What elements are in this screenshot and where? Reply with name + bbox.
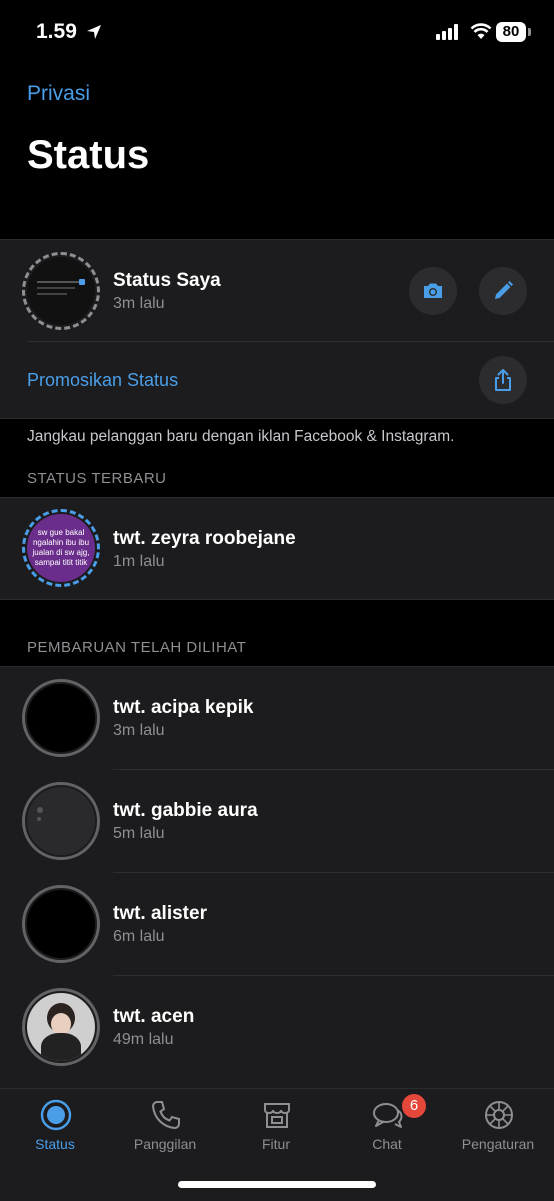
chat-icon [373, 1103, 403, 1128]
pencil-icon [495, 281, 513, 299]
store-icon [264, 1103, 290, 1128]
status-row[interactable]: twt. acen 49m lalu [0, 976, 554, 1078]
status-time: 49m lalu [113, 1031, 174, 1048]
status-contact-name: twt. zeyra roobejane [113, 528, 296, 549]
status-contact-name: twt. acen [113, 1006, 195, 1027]
phone-icon [151, 1101, 180, 1130]
status-time: 1m lalu [113, 553, 165, 570]
my-status-section: Status Saya 3m lalu [0, 239, 554, 419]
camera-icon [424, 283, 442, 298]
status-row[interactable]: twt. gabbie aura 5m lalu [0, 770, 554, 872]
status-icon [40, 1099, 72, 1131]
status-time: 5m lalu [113, 825, 165, 842]
wifi-icon [470, 23, 492, 39]
status-row[interactable]: twt. acipa kepik 3m lalu [0, 667, 554, 769]
status-avatar-viewed[interactable] [22, 679, 100, 757]
back-link-privasi[interactable]: Privasi [27, 82, 90, 106]
status-avatar-unviewed[interactable]: sw gue bakal ngalahin ibu ibu jualan di … [22, 509, 100, 587]
promote-status-link[interactable]: Promosikan Status [27, 370, 178, 391]
my-status-row[interactable]: Status Saya 3m lalu [0, 240, 554, 341]
status-contact-name: twt. acipa kepik [113, 697, 254, 718]
status-bar-time: 1.59 [36, 20, 77, 43]
battery-indicator: 80 [496, 22, 526, 42]
cellular-signal-icon [436, 24, 458, 40]
status-time: 6m lalu [113, 928, 165, 945]
status-row[interactable]: twt. alister 6m lalu [0, 873, 554, 975]
my-status-time: 3m lalu [113, 295, 165, 312]
page-title: Status [27, 133, 150, 177]
gear-icon [485, 1101, 513, 1129]
tab-label: Pengaturan [461, 1136, 535, 1152]
status-avatar-viewed[interactable] [22, 782, 100, 860]
share-icon [495, 369, 511, 391]
tab-label: Panggilan [133, 1136, 197, 1152]
status-row[interactable]: sw gue bakal ngalahin ibu ibu jualan di … [0, 498, 554, 599]
viewed-status-list: twt. acipa kepik 3m lalu twt. gabbie aur… [0, 666, 554, 1098]
share-button[interactable] [479, 356, 527, 404]
tab-label: Status [35, 1136, 75, 1152]
camera-button[interactable] [409, 267, 457, 315]
promo-caption: Jangkau pelanggan baru dengan iklan Face… [27, 428, 455, 445]
tab-label: Fitur [262, 1136, 290, 1152]
tab-label: Chat [372, 1136, 402, 1152]
edit-text-button[interactable] [479, 267, 527, 315]
status-contact-name: twt. alister [113, 903, 207, 924]
status-time: 3m lalu [113, 722, 165, 739]
section-header-recent: STATUS TERBARU [27, 470, 167, 487]
section-header-viewed: PEMBARUAN TELAH DILIHAT [27, 639, 247, 656]
location-arrow-icon [87, 25, 101, 39]
home-indicator [178, 1181, 376, 1188]
battery-tip [528, 28, 531, 36]
my-status-avatar[interactable] [22, 252, 100, 330]
status-avatar-viewed[interactable] [22, 885, 100, 963]
status-thumb-text: sw gue bakal ngalahin ibu ibu jualan di … [32, 528, 90, 567]
status-avatar-viewed[interactable] [22, 988, 100, 1066]
my-status-name: Status Saya [113, 270, 221, 291]
status-contact-name: twt. gabbie aura [113, 800, 258, 821]
recent-status-list: sw gue bakal ngalahin ibu ibu jualan di … [0, 497, 554, 600]
chat-unread-badge: 6 [402, 1094, 426, 1118]
